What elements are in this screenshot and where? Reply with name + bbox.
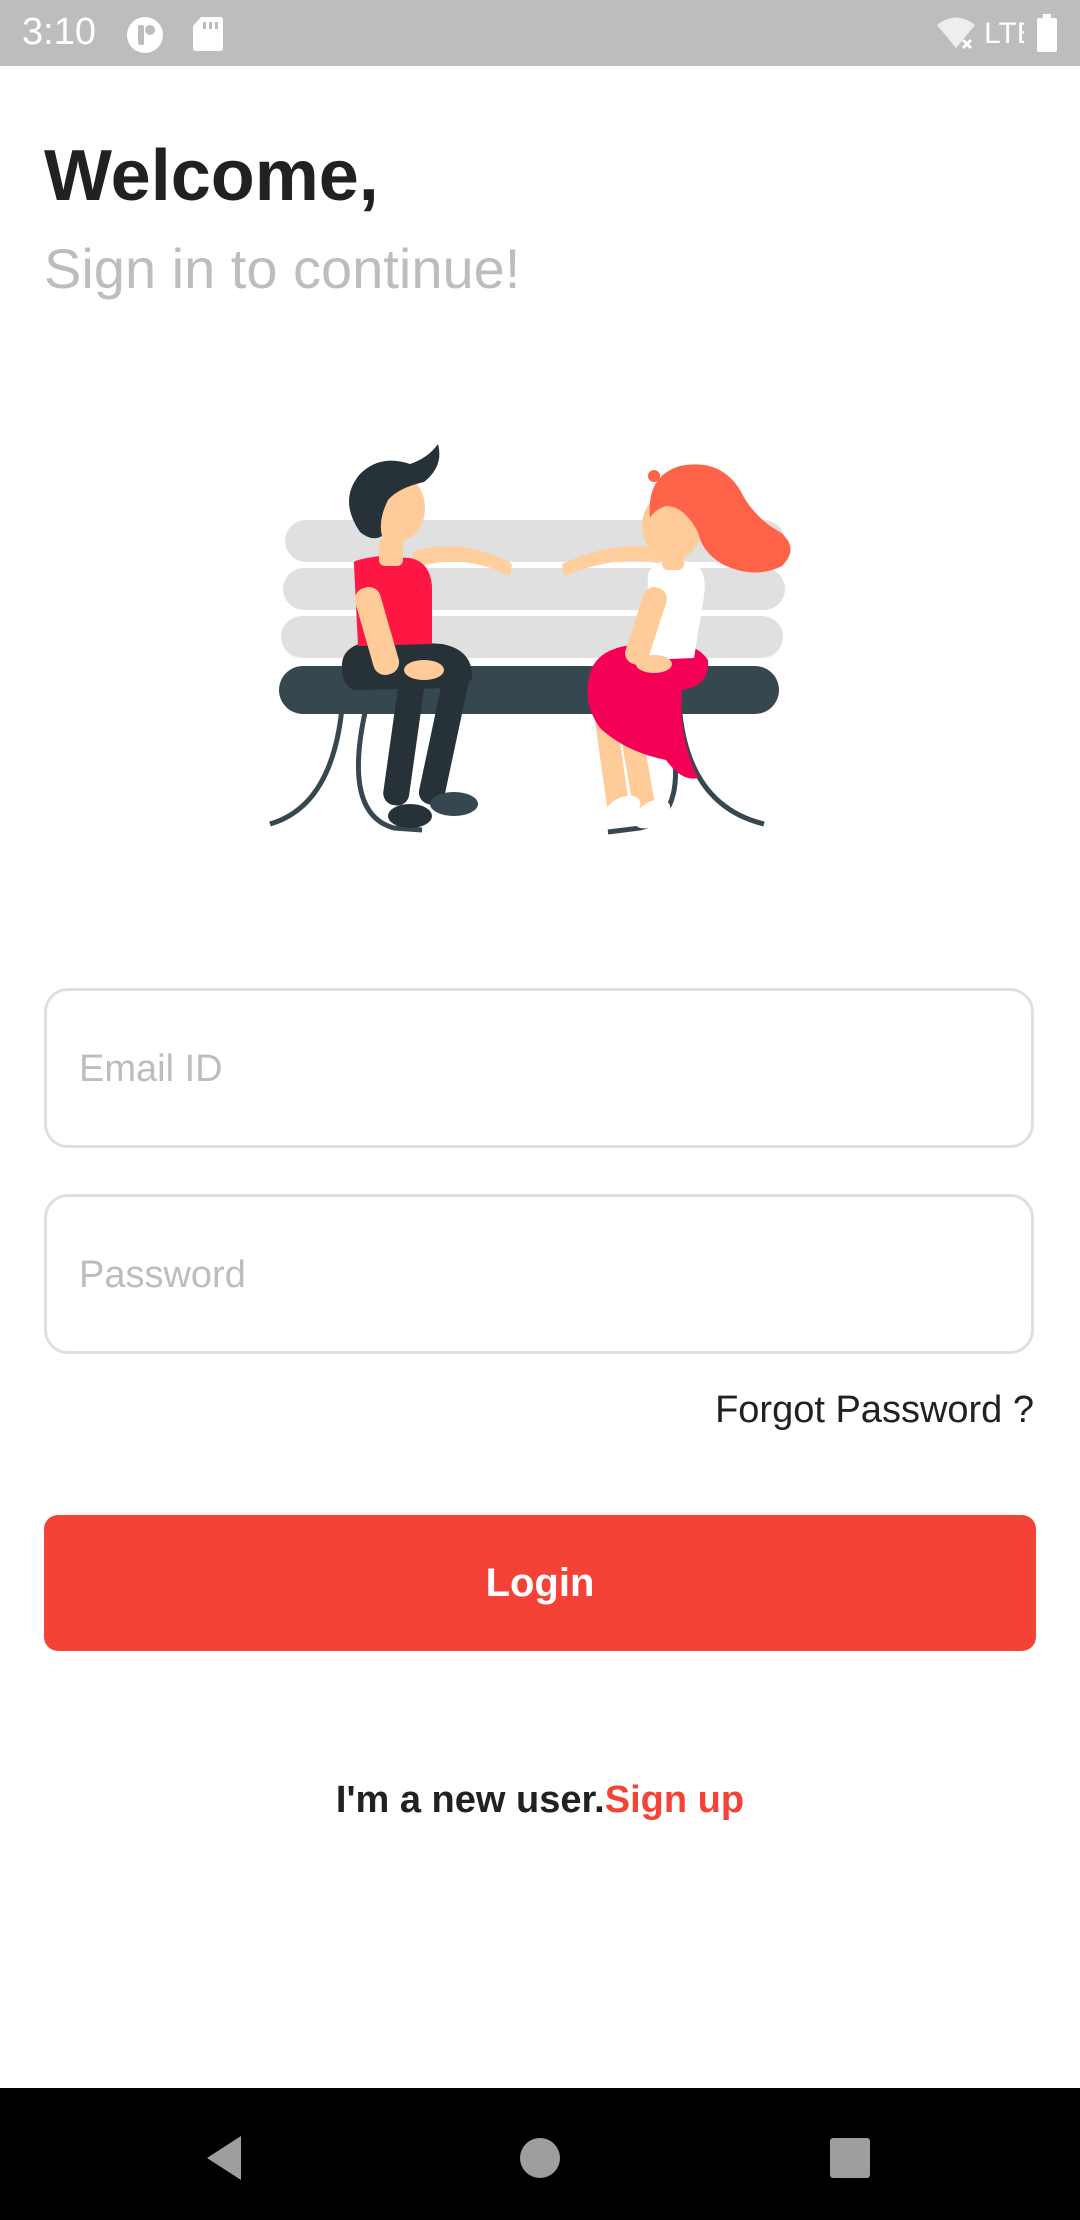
nav-home-button[interactable] — [500, 2118, 580, 2198]
sign-up-link[interactable]: Sign up — [605, 1779, 744, 1821]
nav-recents-button[interactable] — [810, 2118, 890, 2198]
navigation-bar — [0, 2088, 1080, 2220]
password-field — [44, 1194, 1034, 1354]
wifi-off-icon — [936, 16, 976, 57]
password-input[interactable] — [77, 1197, 1001, 1353]
forgot-password-link[interactable]: Forgot Password ? — [715, 1386, 1034, 1434]
svg-text:LTE: LTE — [984, 17, 1024, 50]
home-icon — [520, 2138, 560, 2178]
welcome-subtitle: Sign in to continue! — [44, 237, 521, 300]
login-button[interactable]: Login — [44, 1515, 1036, 1651]
new-user-prompt: I'm a new user. — [335, 1779, 605, 1821]
email-input[interactable] — [77, 991, 1001, 1147]
battery-icon — [1036, 14, 1058, 57]
lte-signal-icon: LTE — [984, 12, 1037, 57]
sd-card-icon — [192, 16, 224, 57]
back-icon — [207, 2136, 241, 2180]
signup-row: I'm a new user.Sign up — [0, 1776, 1080, 1824]
notification-icon — [126, 16, 164, 59]
nav-back-button[interactable] — [186, 2118, 266, 2198]
couple-on-bench-illustration — [269, 444, 791, 835]
recents-icon — [830, 2138, 870, 2178]
status-bar: 3:10 LTE — [0, 0, 1080, 66]
status-time: 3:10 — [22, 11, 96, 53]
email-field — [44, 988, 1034, 1148]
welcome-title: Welcome, — [44, 136, 379, 216]
